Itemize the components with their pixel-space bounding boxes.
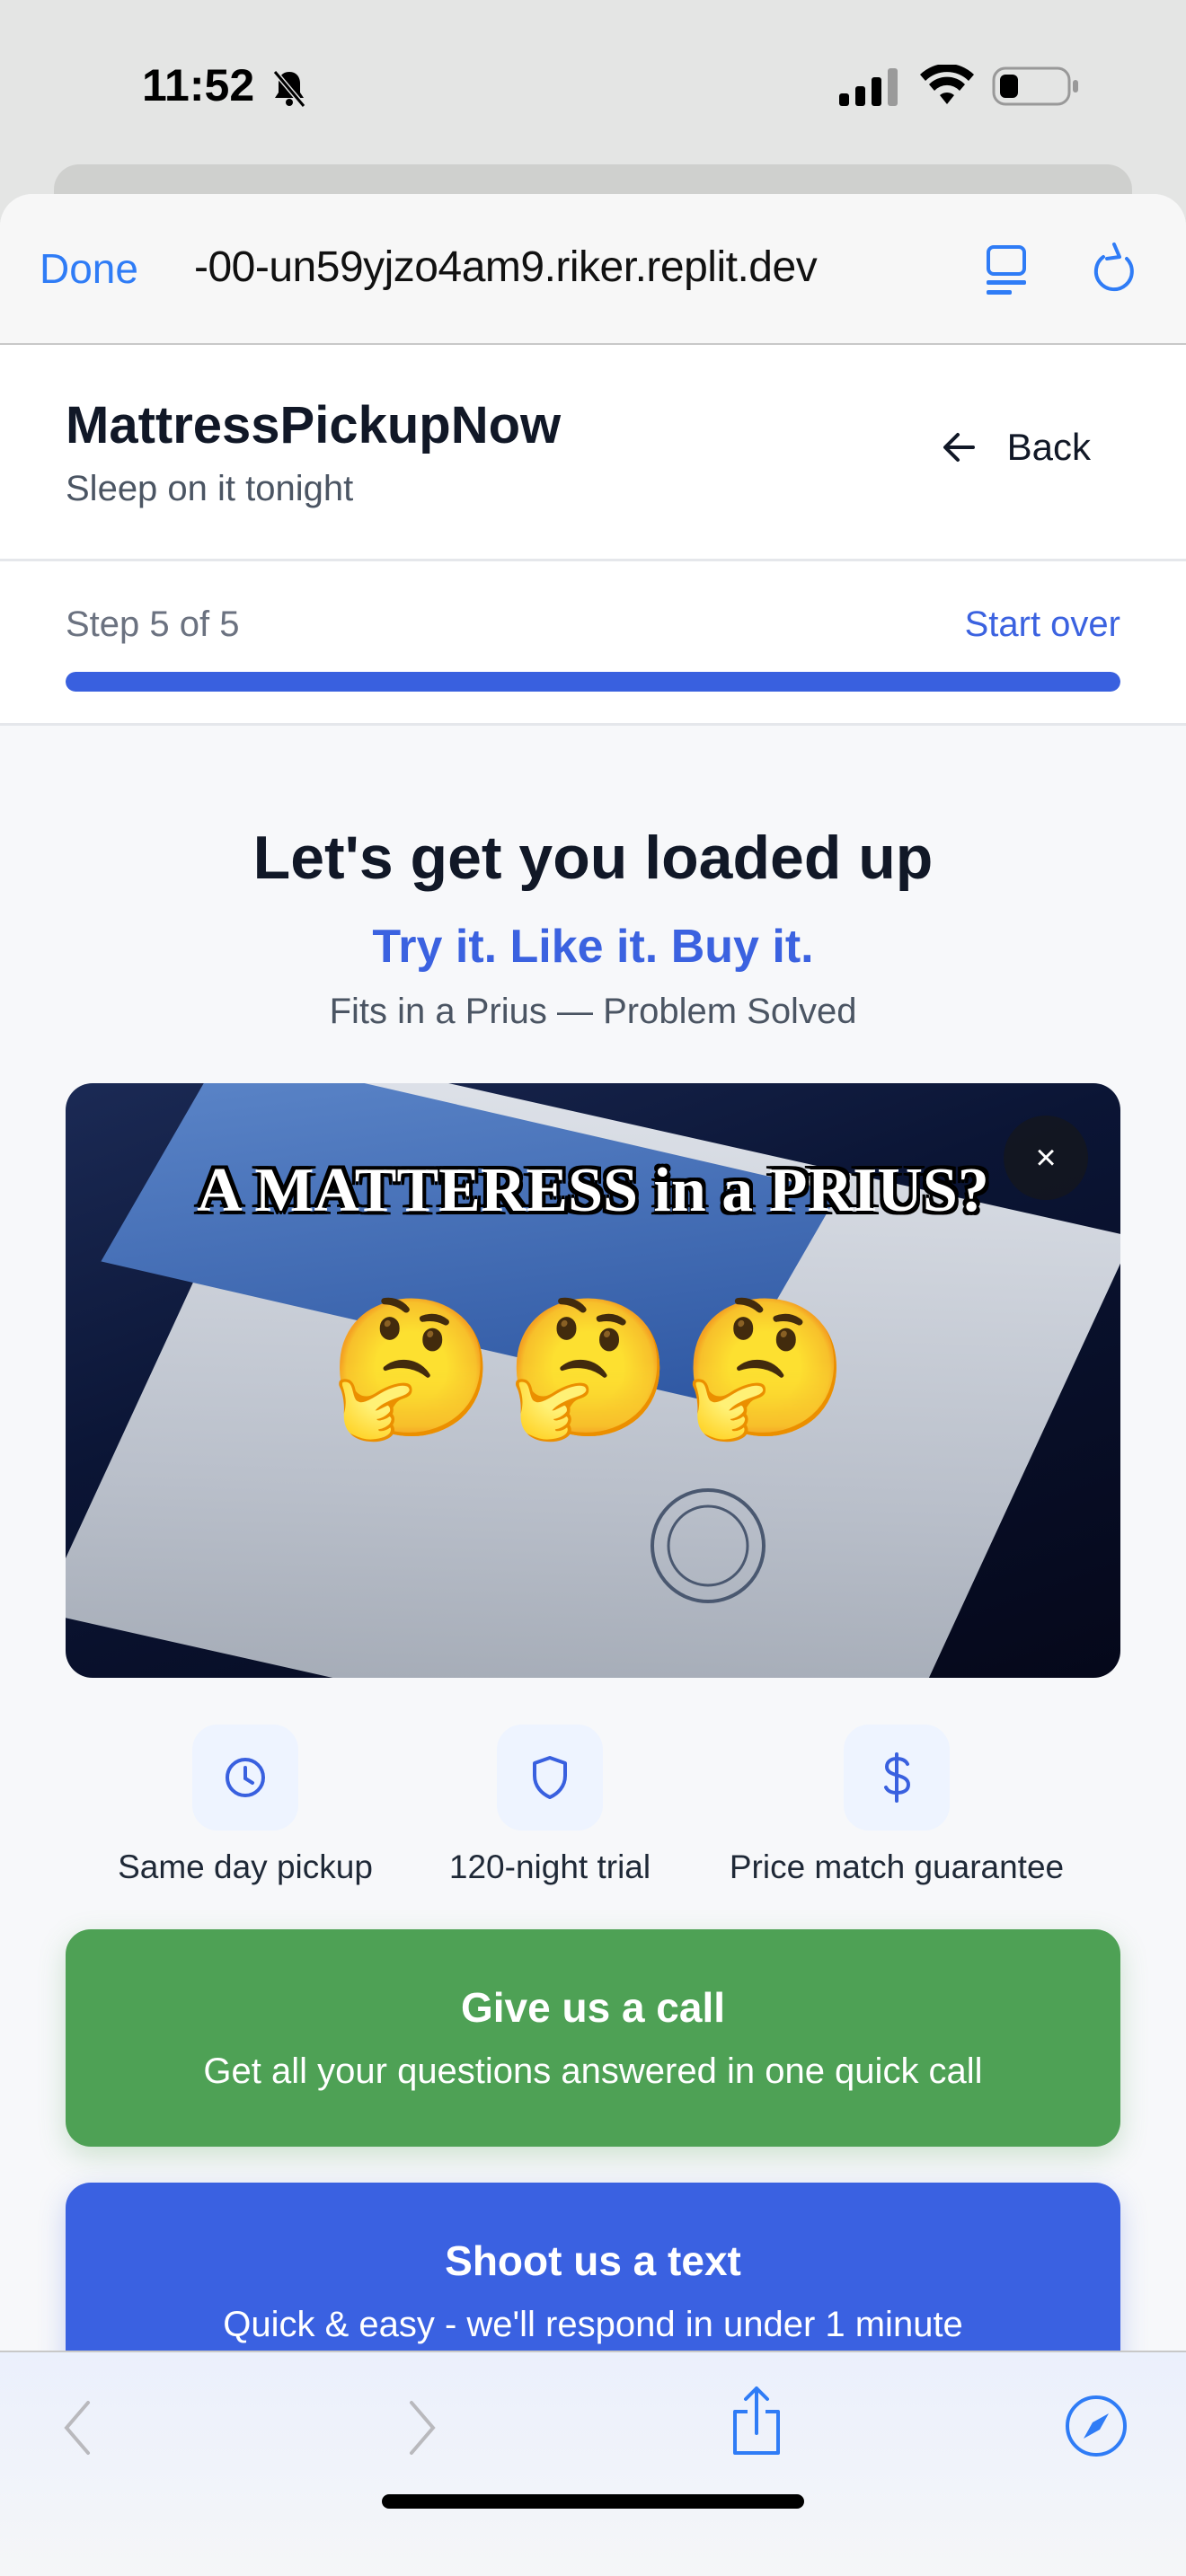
step-indicator: Step 5 of 5 <box>66 604 240 644</box>
box-seal-stamp <box>651 1488 766 1603</box>
start-over-link[interactable]: Start over <box>965 604 1120 645</box>
back-button[interactable]: Back <box>943 426 1091 469</box>
progress-section: Step 5 of 5 Start over <box>0 561 1186 726</box>
call-button[interactable]: Give us a call Get all your questions an… <box>66 1929 1120 2147</box>
reload-icon[interactable] <box>1089 241 1137 298</box>
browser-url-bar: Done -00-un59yjzo4am9.riker.replit.dev <box>0 194 1186 345</box>
call-button-title: Give us a call <box>460 1984 726 2031</box>
cellular-signal-icon <box>839 68 898 106</box>
dollar-icon <box>844 1725 950 1831</box>
back-label: Back <box>1006 426 1091 468</box>
status-time: 11:52 <box>142 60 255 110</box>
feature-price-match: Price match guarantee <box>672 1725 1121 1886</box>
url-text[interactable]: -00-un59yjzo4am9.riker.replit.dev <box>194 243 818 292</box>
feature-label: Same day pickup <box>118 1848 373 1885</box>
compass-icon[interactable] <box>1064 2394 1128 2458</box>
feature-label: Price match guarantee <box>729 1848 1065 1885</box>
forward-nav-icon[interactable] <box>406 2399 438 2457</box>
hero-headline: Let's get you loaded up <box>252 824 934 892</box>
bell-slash-icon <box>272 70 306 108</box>
progress-fill <box>66 672 1120 692</box>
promo-video[interactable]: A MATTERESS in a PRIUS? 🤔🤔🤔 × <box>66 1083 1120 1678</box>
shield-icon <box>497 1725 603 1831</box>
status-bar: 11:52 <box>0 0 1186 171</box>
feature-label: 120-night trial <box>448 1848 651 1885</box>
call-button-subtitle: Get all your questions answered in one q… <box>203 2051 983 2091</box>
video-close-button[interactable]: × <box>1004 1116 1088 1200</box>
reader-mode-icon[interactable] <box>985 244 1030 296</box>
hero-tagline: Try it. Like it. Buy it. <box>372 921 814 973</box>
battery-icon <box>992 66 1078 106</box>
thinking-face-emojis: 🤔🤔🤔 <box>327 1292 859 1443</box>
wifi-icon <box>920 65 974 104</box>
done-button[interactable]: Done <box>40 244 138 293</box>
app-header: MattressPickupNow Sleep on it tonight Ba… <box>0 345 1186 561</box>
clock-icon <box>192 1725 298 1831</box>
home-indicator <box>382 2494 804 2509</box>
back-nav-icon[interactable] <box>61 2399 93 2457</box>
browser-toolbar <box>0 2351 1186 2576</box>
share-icon[interactable] <box>730 2385 783 2457</box>
video-caption: A MATTERESS in a PRIUS? <box>197 1156 989 1225</box>
text-button-subtitle: Quick & easy - we'll respond in under 1 … <box>223 2305 963 2344</box>
progress-bar <box>66 672 1120 692</box>
hero-subtext: Fits in a Prius — Problem Solved <box>329 992 857 1031</box>
arrow-left-icon <box>943 433 975 462</box>
app-subtitle: Sleep on it tonight <box>66 469 354 508</box>
app-title: MattressPickupNow <box>66 396 562 454</box>
browser-sheet: Done -00-un59yjzo4am9.riker.replit.dev M… <box>0 194 1186 2576</box>
text-button-title: Shoot us a text <box>445 2237 741 2284</box>
